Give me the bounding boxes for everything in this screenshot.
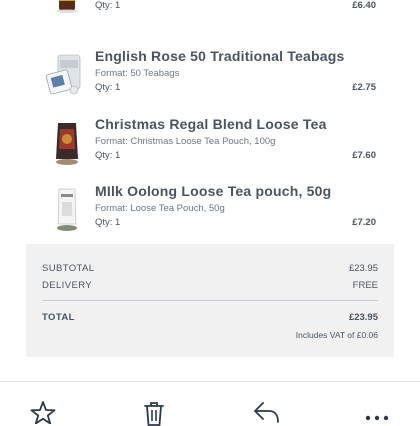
cart-item: Qty: 1 £6.40: [26, 0, 394, 16]
item-name[interactable]: English Rose 50 Traditional Teabags: [95, 48, 344, 64]
more-icon[interactable]: [362, 400, 392, 422]
subtotal-value: £23.95: [348, 263, 378, 274]
total-value: £23.95: [348, 312, 378, 323]
bottom-toolbar: [0, 390, 420, 426]
summary-divider: [42, 300, 378, 301]
toolbar-divider: [0, 381, 420, 382]
item-format: Format: 50 Teabags: [95, 68, 180, 79]
cart-item: MIlk Oolong Loose Tea pouch, 50g Format:…: [26, 183, 394, 233]
item-name[interactable]: MIlk Oolong Loose Tea pouch, 50g: [95, 183, 331, 199]
reply-icon[interactable]: [251, 400, 281, 423]
trash-icon[interactable]: [139, 400, 169, 426]
cart-item: English Rose 50 Traditional Teabags Form…: [26, 48, 394, 98]
cart-item: Christmas Regal Blend Loose Tea Format: …: [26, 116, 394, 166]
item-qty: Qty: 1: [95, 0, 121, 11]
product-thumbnail[interactable]: [40, 116, 94, 170]
delivery-value: FREE: [352, 280, 378, 291]
item-qty: Qty: 1: [95, 82, 121, 93]
subtotal-label: SUBTOTAL: [42, 263, 95, 274]
item-qty: Qty: 1: [95, 150, 121, 161]
product-thumbnail[interactable]: [40, 0, 94, 14]
item-format: Format: Christmas Loose Tea Pouch, 100g: [95, 136, 276, 147]
item-price: £6.40: [352, 0, 376, 11]
item-price: £7.60: [352, 150, 376, 161]
order-summary: SUBTOTAL £23.95 DELIVERY FREE TOTAL £23.…: [26, 244, 394, 357]
vat-note: Includes VAT of £0.06: [295, 330, 378, 340]
star-icon[interactable]: [28, 400, 58, 424]
product-thumbnail[interactable]: [40, 183, 94, 237]
delivery-label: DELIVERY: [42, 280, 93, 291]
item-name[interactable]: Christmas Regal Blend Loose Tea: [95, 116, 327, 132]
product-thumbnail[interactable]: [40, 48, 94, 102]
item-price: £2.75: [352, 82, 376, 93]
item-qty: Qty: 1: [95, 217, 121, 228]
total-label: TOTAL: [42, 312, 75, 323]
item-price: £7.20: [352, 217, 376, 228]
item-format: Format: Loose Tea Pouch, 50g: [95, 203, 225, 214]
